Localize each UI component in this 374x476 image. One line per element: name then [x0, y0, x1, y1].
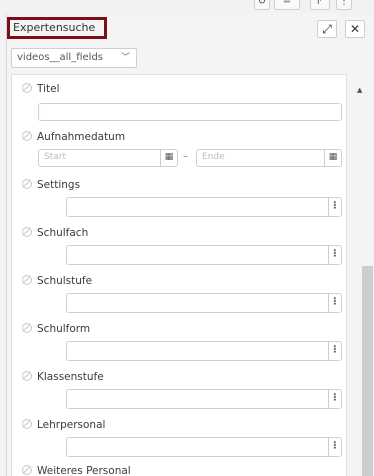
sort-icon[interactable]: ≜	[274, 0, 300, 10]
field-label: Settings	[22, 179, 80, 191]
lookup-menu-icon[interactable]: ⋮	[328, 293, 342, 313]
schulform-lookup: ⋮	[66, 341, 342, 361]
date-end-placeholder: Ende	[202, 152, 225, 162]
info-icon	[22, 131, 32, 141]
klassenstufe-input[interactable]	[66, 389, 328, 409]
close-icon[interactable]: ✕	[345, 20, 365, 38]
date-start-placeholder: Start	[44, 152, 66, 162]
more-icon[interactable]: ⋮	[336, 0, 352, 10]
lookup-menu-icon[interactable]: ⋮	[328, 341, 342, 361]
date-end-input[interactable]: Ende ▦	[196, 149, 342, 167]
field-label: Klassenstufe	[22, 371, 104, 383]
info-icon	[22, 227, 32, 237]
expand-icon[interactable]: ⤢	[317, 20, 337, 38]
field-label: Lehrpersonal	[22, 419, 105, 431]
lookup-menu-icon[interactable]: ⋮	[328, 245, 342, 265]
scroll-thumb[interactable]	[362, 266, 373, 476]
schulfach-input[interactable]	[66, 245, 328, 265]
info-icon	[22, 419, 32, 429]
panel-title: Expertensuche	[7, 17, 107, 39]
lehrpersonal-input[interactable]	[66, 437, 328, 457]
search-form: Titel Aufnahmedatum Start ▦ – Ende ▦ Set…	[11, 74, 347, 476]
info-icon	[22, 83, 32, 93]
share-icon[interactable]: ↱	[310, 0, 330, 10]
info-icon	[22, 465, 32, 475]
field-label: Schulfach	[22, 227, 88, 239]
field-label: Titel	[22, 83, 60, 95]
klassenstufe-lookup: ⋮	[66, 389, 342, 409]
top-toolbar: ↻ ≜ ↱ ⋮	[0, 0, 374, 12]
schulform-input[interactable]	[66, 341, 328, 361]
schulstufe-input[interactable]	[66, 293, 328, 313]
chevron-down-icon: ﹀	[120, 53, 130, 63]
calendar-icon[interactable]: ▦	[160, 150, 177, 166]
date-start-input[interactable]: Start ▦	[38, 149, 178, 167]
calendar-icon[interactable]: ▦	[324, 150, 341, 166]
settings-lookup: ⋮	[66, 197, 342, 217]
refresh-icon[interactable]: ↻	[254, 0, 270, 10]
field-label: Schulstufe	[22, 275, 92, 287]
field-label: Weiteres Personal	[22, 465, 131, 476]
lookup-menu-icon[interactable]: ⋮	[328, 389, 342, 409]
info-icon	[22, 179, 32, 189]
titel-input[interactable]	[38, 103, 342, 121]
date-separator: –	[183, 151, 188, 162]
expert-search-panel: Expertensuche ⤢ ✕ videos__all_fields ﹀ T…	[6, 14, 373, 476]
info-icon	[22, 275, 32, 285]
field-label: Aufnahmedatum	[22, 131, 125, 143]
dataset-select[interactable]: videos__all_fields ﹀	[11, 48, 137, 68]
panel-header: Expertensuche ⤢ ✕	[7, 14, 373, 42]
schulfach-lookup: ⋮	[66, 245, 342, 265]
field-label: Schulform	[22, 323, 90, 335]
scroll-up-icon[interactable]: ▲	[357, 86, 362, 94]
info-icon	[22, 371, 32, 381]
settings-input[interactable]	[66, 197, 328, 217]
dataset-select-value: videos__all_fields	[17, 52, 103, 63]
scrollbar[interactable]: ▲	[353, 74, 373, 476]
schulstufe-lookup: ⋮	[66, 293, 342, 313]
lookup-menu-icon[interactable]: ⋮	[328, 437, 342, 457]
lehrpersonal-lookup: ⋮	[66, 437, 342, 457]
lookup-menu-icon[interactable]: ⋮	[328, 197, 342, 217]
info-icon	[22, 323, 32, 333]
